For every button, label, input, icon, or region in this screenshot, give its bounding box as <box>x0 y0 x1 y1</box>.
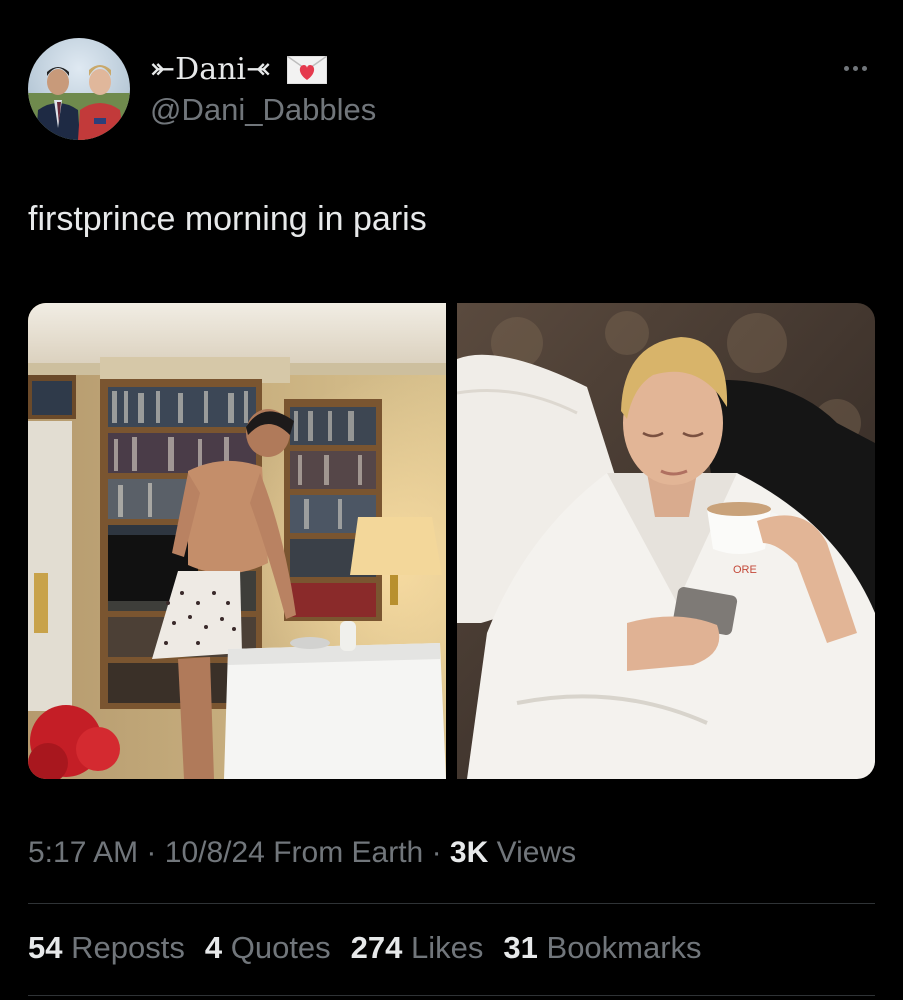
tweet-date[interactable]: 10/8/24 <box>165 836 265 869</box>
reposts-label: Reposts <box>71 930 185 965</box>
divider <box>28 903 875 904</box>
likes-stat[interactable]: 274 Likes <box>351 930 484 966</box>
tweet-text: firstprince morning in paris <box>28 200 427 238</box>
more-options-icon[interactable] <box>835 58 875 78</box>
avatar[interactable] <box>28 38 130 140</box>
tweet-time[interactable]: 5:17 AM <box>28 836 138 869</box>
engagement-stats: 54 Reposts 4 Quotes 274 Likes 31 Bookmar… <box>28 930 702 966</box>
author-display-name[interactable]: ⤜Dani⤛ <box>150 52 271 87</box>
bookmarks-stat[interactable]: 31 Bookmarks <box>503 930 701 966</box>
author-display-name-row[interactable]: ⤜Dani⤛ <box>150 52 328 87</box>
tweet-source: From Earth <box>273 836 424 869</box>
meta-separator: · <box>146 836 157 869</box>
svg-text:ORE: ORE <box>733 564 757 576</box>
reposts-stat[interactable]: 54 Reposts <box>28 930 185 966</box>
likes-label: Likes <box>411 930 484 965</box>
divider <box>28 995 875 996</box>
media-photo-2[interactable]: ORE <box>457 303 875 779</box>
views-count: 3K <box>449 836 489 869</box>
media-photo-1[interactable] <box>28 303 446 779</box>
bookmarks-count: 31 <box>503 930 538 965</box>
bookmarks-label: Bookmarks <box>546 930 702 965</box>
quotes-count: 4 <box>204 930 223 965</box>
photo-man-cooking-in-library-room <box>28 303 446 779</box>
tweet-metadata: 5:17 AM · 10/8/24 From Earth · 3K Views <box>28 836 576 870</box>
reposts-count: 54 <box>28 930 63 965</box>
quotes-stat[interactable]: 4 Quotes <box>205 930 331 966</box>
photo-man-in-bathrobe-with-coffee-and-phone: ORE <box>457 303 875 779</box>
meta-separator: · <box>431 836 442 869</box>
likes-count: 274 <box>350 930 403 965</box>
views-label: Views <box>496 836 577 869</box>
quotes-label: Quotes <box>230 930 331 965</box>
love-letter-icon <box>287 55 328 84</box>
author-handle[interactable]: @Dani_Dabbles <box>150 92 376 128</box>
